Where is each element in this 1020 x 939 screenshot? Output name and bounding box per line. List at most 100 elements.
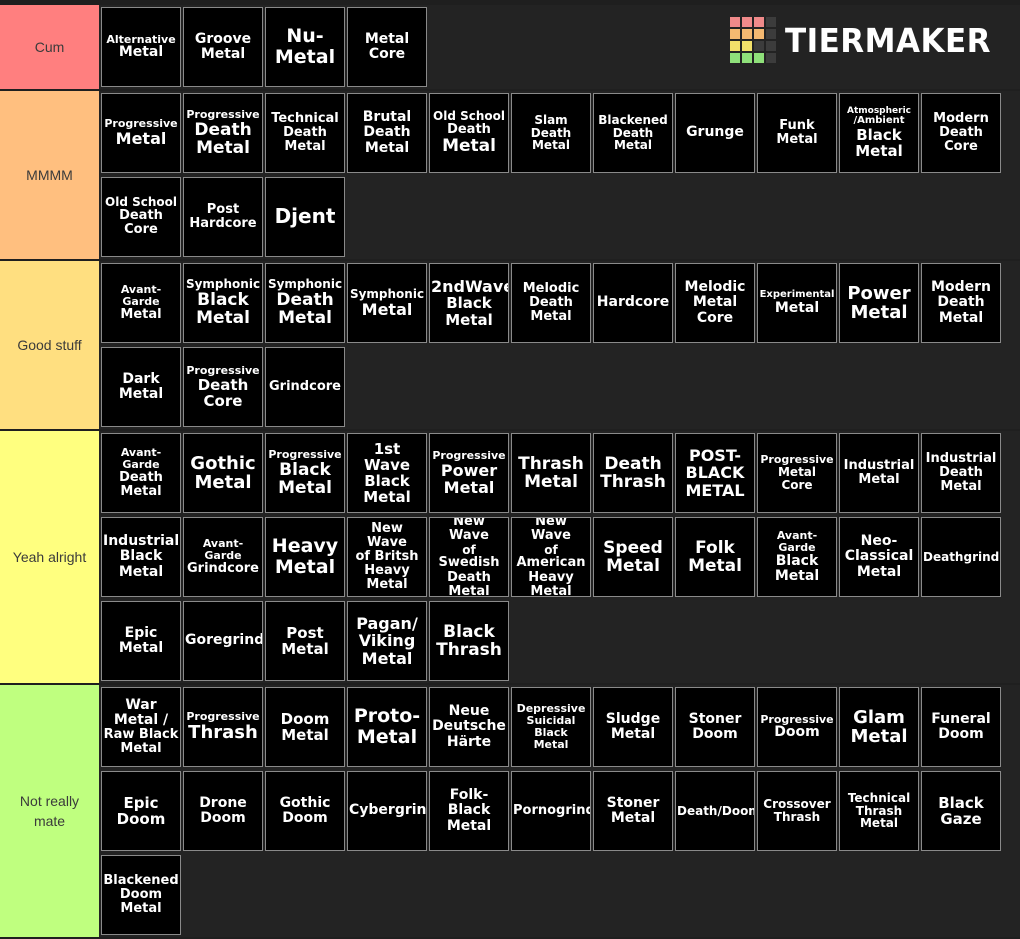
tier-item[interactable]: Depressive Suicidal Black Metal <box>511 687 591 767</box>
tier-item[interactable]: Slam Death Metal <box>511 93 591 173</box>
tier-item[interactable]: Avant-Garde Grindcore <box>183 517 263 597</box>
tier-item[interactable]: POST- BLACK METAL <box>675 433 755 513</box>
tier-item[interactable]: Thrash Metal <box>511 433 591 513</box>
tier-item[interactable]: Hardcore <box>593 263 673 343</box>
tier-item[interactable]: Power Metal <box>839 263 919 343</box>
tier-item-line: Metal <box>361 648 413 668</box>
tier-item[interactable]: Old School Death Metal <box>429 93 509 173</box>
tier-item[interactable]: Heavy Metal <box>265 517 345 597</box>
tier-item[interactable]: Modern Death Metal <box>921 263 1001 343</box>
tier-item[interactable]: Avant-Garde Metal <box>101 263 181 343</box>
tier-item[interactable]: Djent <box>265 177 345 257</box>
tier-item[interactable]: Technical Death Metal <box>265 93 345 173</box>
tier-item[interactable]: Funeral Doom <box>921 687 1001 767</box>
tier-row: Not really mate War Metal / Raw Black Metal P… <box>0 685 1020 939</box>
tier-item[interactable]: Blackened Death Metal <box>593 93 673 173</box>
tier-item[interactable]: Epic Doom <box>101 771 181 851</box>
tier-item[interactable]: Melodic Death Metal <box>511 263 591 343</box>
tier-item[interactable]: Progressive Thrash <box>183 687 263 767</box>
tier-items: Progressive Metal Progressive Death Metal Tec… <box>99 91 1020 259</box>
tier-item[interactable]: Cybergrind <box>347 771 427 851</box>
tier-item-line: Goregrind <box>185 632 263 649</box>
tier-label[interactable]: Good stuff <box>0 261 99 429</box>
tier-item[interactable]: Black Gaze <box>921 771 1001 851</box>
tier-item[interactable]: Industrial Death Metal <box>921 433 1001 513</box>
tier-item[interactable]: Pagan/Viking Metal <box>347 601 427 681</box>
tier-item[interactable]: Proto- Metal <box>347 687 427 767</box>
tier-item[interactable]: Blackened Doom Metal <box>101 855 181 935</box>
tier-item-line: Metal <box>855 142 903 161</box>
tier-item[interactable]: Technical Thrash Metal <box>839 771 919 851</box>
tier-item[interactable]: Progressive Metal Core <box>757 433 837 513</box>
tier-item[interactable]: Neo- Classical Metal <box>839 517 919 597</box>
tier-item-line: Black <box>446 294 492 313</box>
tier-item[interactable]: Sludge Metal <box>593 687 673 767</box>
tier-item[interactable]: 2ndWave Black Metal <box>429 263 509 343</box>
tier-item[interactable]: Avant-Garde Black Metal <box>757 517 837 597</box>
tier-label[interactable]: MMMM <box>0 91 99 259</box>
tier-item[interactable]: Progressive Black Metal <box>265 433 345 513</box>
tier-item[interactable]: New Wave of American Heavy Metal <box>511 517 591 597</box>
tier-item[interactable]: New Wave of Britsh Heavy Metal <box>347 517 427 597</box>
tier-item[interactable]: Goregrind <box>183 601 263 681</box>
tier-item[interactable]: Melodic Metal Core <box>675 263 755 343</box>
tier-item[interactable]: Dark Metal <box>101 347 181 427</box>
tier-item-line: Heavy <box>364 563 410 579</box>
tier-item[interactable]: Symphonic Death Metal <box>265 263 345 343</box>
tier-item[interactable]: Avant-Garde Death Metal <box>101 433 181 513</box>
tier-label[interactable]: Yeah alright <box>0 431 99 683</box>
tier-item[interactable]: Old School Death Core <box>101 177 181 257</box>
tier-item[interactable]: Stoner Metal <box>593 771 673 851</box>
tier-item[interactable]: Post Hardcore <box>183 177 263 257</box>
tier-item-label: Proto- Metal <box>348 706 426 747</box>
tier-item[interactable]: Nu- Metal <box>265 7 345 87</box>
tier-item[interactable]: Post Metal <box>265 601 345 681</box>
tier-item[interactable]: Crossover Thrash <box>757 771 837 851</box>
tier-item[interactable]: Death Thrash <box>593 433 673 513</box>
tier-item[interactable]: Progressive Metal <box>101 93 181 173</box>
tier-item-line: Death/Doom <box>677 803 755 818</box>
tier-item[interactable]: Black Thrash <box>429 601 509 681</box>
tier-item[interactable]: Progressive Power Metal <box>429 433 509 513</box>
tier-item[interactable]: Grindcore <box>265 347 345 427</box>
tier-item[interactable]: Industrial Black Metal <box>101 517 181 597</box>
tier-item-line: Metal <box>118 386 164 402</box>
tier-item-line: Metal <box>120 741 162 757</box>
tier-item[interactable]: Drone Doom <box>183 771 263 851</box>
tier-item[interactable]: Glam Metal <box>839 687 919 767</box>
tier-item[interactable]: Industrial Metal <box>839 433 919 513</box>
tier-item[interactable]: New Wave of Swedish Death Metal <box>429 517 509 597</box>
tier-item[interactable]: Epic Metal <box>101 601 181 681</box>
tier-item[interactable]: Atmospheric/Ambient Black Metal <box>839 93 919 173</box>
tier-item[interactable]: Progressive Doom <box>757 687 837 767</box>
tier-item[interactable]: Pornogrind <box>511 771 591 851</box>
tier-item-line: Death <box>363 124 411 141</box>
tier-item[interactable]: Funk Metal <box>757 93 837 173</box>
tier-item[interactable]: Speed Metal <box>593 517 673 597</box>
tier-item[interactable]: Brutal Death Metal <box>347 93 427 173</box>
tier-item[interactable]: Folk- Black Metal <box>429 771 509 851</box>
tier-item[interactable]: Metal Core <box>347 7 427 87</box>
tier-label[interactable]: Cum <box>0 5 99 89</box>
tier-item[interactable]: Folk Metal <box>675 517 755 597</box>
tier-item[interactable]: Gothic Doom <box>265 771 345 851</box>
tier-item[interactable]: Doom Metal <box>265 687 345 767</box>
tier-item[interactable]: Experimental Metal <box>757 263 837 343</box>
tier-item[interactable]: Progressive Death Metal <box>183 93 263 173</box>
tier-item[interactable]: Alternative Metal <box>101 7 181 87</box>
tier-item[interactable]: Neue Deutsche Härte <box>429 687 509 767</box>
tier-item[interactable]: 1st Wave Black Metal <box>347 433 427 513</box>
tier-item[interactable]: Progressive Death Core <box>183 347 263 427</box>
tier-item[interactable]: Symphonic Black Metal <box>183 263 263 343</box>
tier-item[interactable]: War Metal / Raw Black Metal <box>101 687 181 767</box>
tier-item[interactable]: Gothic Metal <box>183 433 263 513</box>
tier-item[interactable]: Stoner Doom <box>675 687 755 767</box>
tier-label[interactable]: Not really mate <box>0 685 99 937</box>
tier-item[interactable]: Symphonic Metal <box>347 263 427 343</box>
tier-item[interactable]: Groove Metal <box>183 7 263 87</box>
tier-item[interactable]: Modern Death Core <box>921 93 1001 173</box>
tier-item-line: Stoner <box>606 794 660 811</box>
tier-item[interactable]: Deathgrind <box>921 517 1001 597</box>
tier-item[interactable]: Death/Doom <box>675 771 755 851</box>
tier-item[interactable]: Grunge <box>675 93 755 173</box>
